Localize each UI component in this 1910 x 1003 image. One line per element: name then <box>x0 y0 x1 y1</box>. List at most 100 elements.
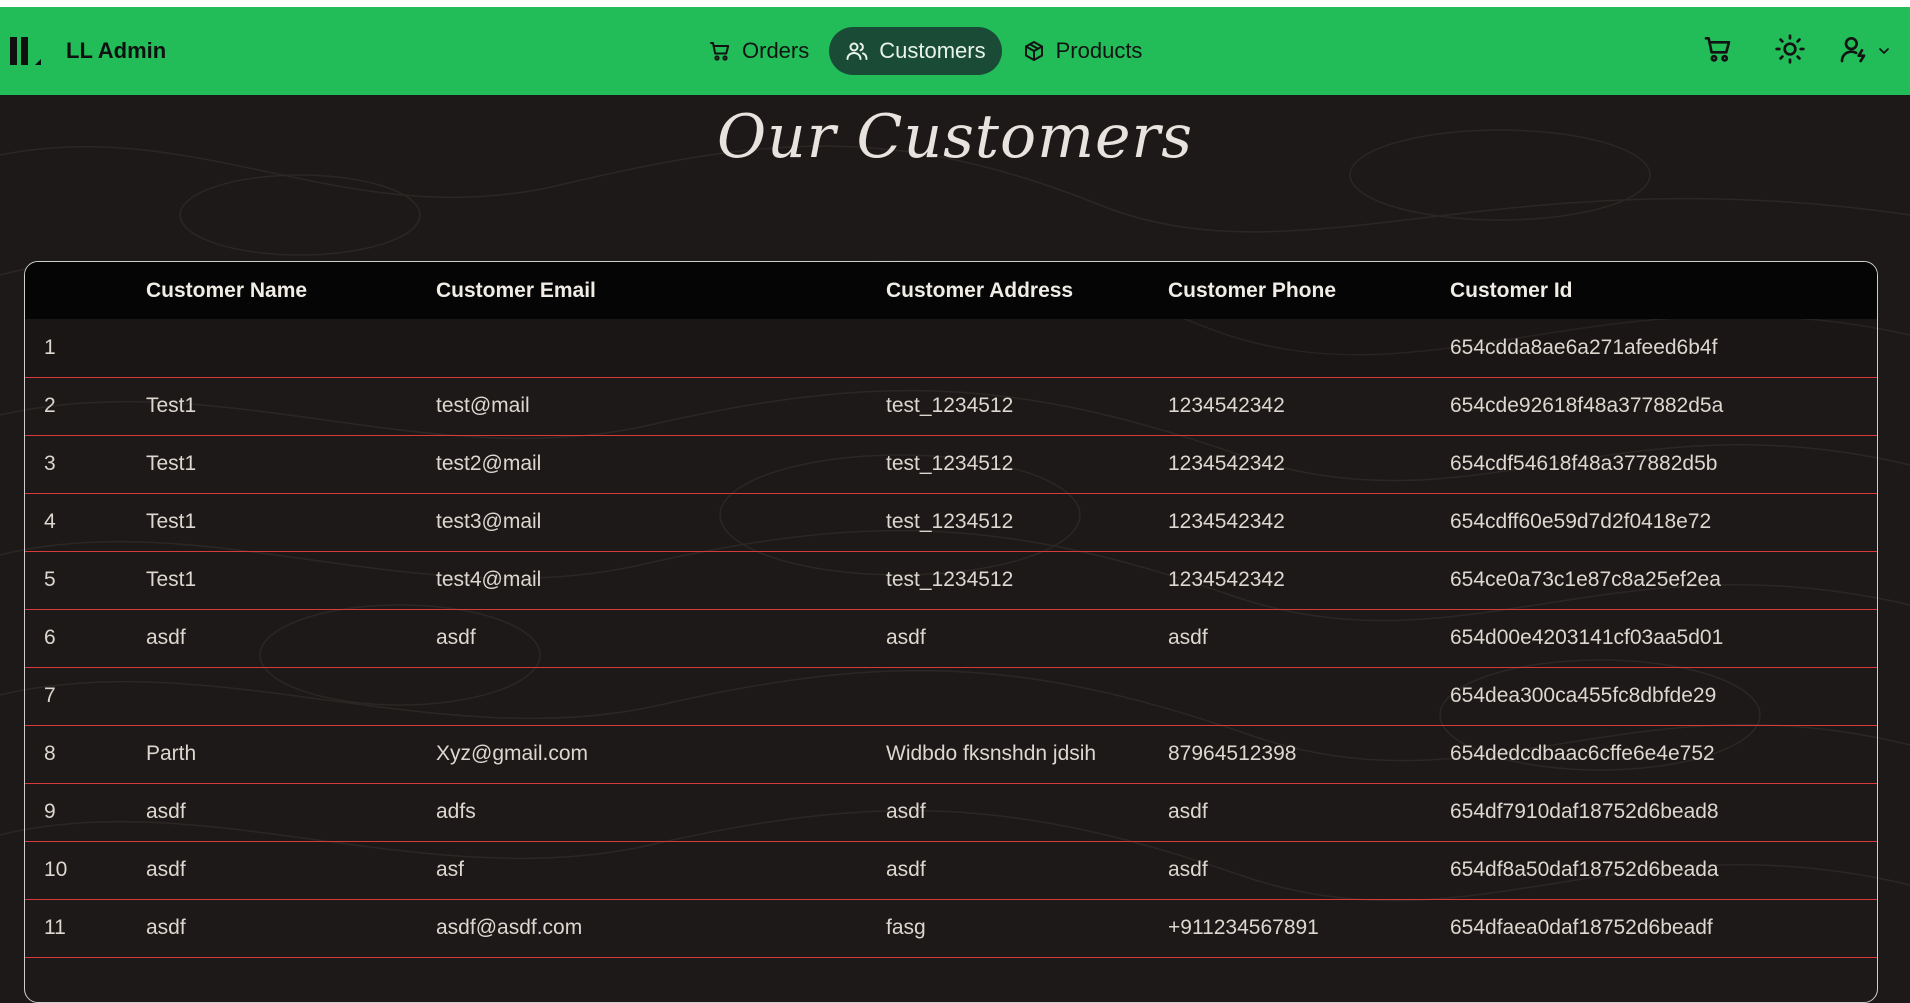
cell-id: 654df8a50daf18752d6beada <box>1450 858 1719 881</box>
cell-index: 11 <box>44 916 66 939</box>
cell-email: asdf <box>436 626 476 649</box>
cell-index: 2 <box>44 394 56 417</box>
cell-id: 654cde92618f48a377882d5a <box>1450 394 1724 417</box>
cell-id: 654cdda8ae6a271afeed6b4f <box>1450 335 1718 359</box>
cell-id: 654dea300ca455fc8dbfde29 <box>1450 684 1717 707</box>
nav-products[interactable]: Products <box>1006 27 1159 75</box>
cell-index: 1 <box>44 335 56 359</box>
cell-index: 8 <box>44 742 56 765</box>
cell-phone: 87964512398 <box>1168 742 1297 765</box>
cell-index: 6 <box>44 626 56 649</box>
cell-email: test@mail <box>436 394 530 417</box>
cell-email: asdf@asdf.com <box>436 916 583 939</box>
cell-address: test_1234512 <box>886 510 1014 533</box>
cell-email: asf <box>436 858 465 881</box>
nav-customers-label: Customers <box>879 38 986 63</box>
user-icon <box>1838 33 1870 70</box>
table-row[interactable]: 7 654dea300ca455fc8dbfde29 <box>25 667 1877 725</box>
cell-address <box>886 667 1168 725</box>
table-row[interactable]: 10 asdf asf asdf asdf 654df8a50daf18752d6bead… <box>25 841 1877 899</box>
cell-name: Test1 <box>146 394 197 417</box>
cell-name: asdf <box>146 626 186 649</box>
brand-name: LL Admin <box>66 38 167 63</box>
cell-name: asdf <box>146 916 186 939</box>
column-header-id[interactable]: Customer Id <box>1450 262 1877 319</box>
table-row[interactable]: 1 654cdda8ae6a271afeed6b4f <box>25 319 1877 377</box>
cell-email <box>436 319 886 377</box>
cell-name: Test1 <box>146 452 197 475</box>
cell-address: test_1234512 <box>886 394 1014 417</box>
cell-address: fasg <box>886 916 926 939</box>
table-row[interactable]: 8 Parth Xyz@gmail.com Widbdo fksnshdn jdsih… <box>25 725 1877 783</box>
cell-phone <box>1168 667 1450 725</box>
cell-name: Test1 <box>146 510 197 533</box>
cell-phone: 1234542342 <box>1168 568 1285 591</box>
cell-index: 5 <box>44 568 56 591</box>
cart-icon <box>708 39 732 63</box>
cart-button[interactable] <box>1694 27 1742 75</box>
nav-customers[interactable]: Customers <box>829 27 1002 75</box>
cell-id: 654cdff60e59d7d2f0418e72 <box>1450 510 1712 533</box>
cell-email: test2@mail <box>436 452 542 475</box>
cell-index: 3 <box>44 452 56 475</box>
nav-orders-label: Orders <box>742 38 810 63</box>
user-menu-button[interactable] <box>1838 33 1892 70</box>
cell-name: asdf <box>146 800 186 823</box>
table-row[interactable]: 9 asdf adfs asdf asdf 654df7910daf18752d6bead… <box>25 783 1877 841</box>
cell-name: asdf <box>146 858 186 881</box>
top-navbar: LL Admin Orders Customers Products <box>0 7 1910 95</box>
table-body: 1 654cdda8ae6a271afeed6b4f 2 Test1 test@mail… <box>25 319 1877 957</box>
cell-email: adfs <box>436 800 476 823</box>
table-row[interactable]: 3 Test1 test2@mail test_1234512 1234542342 65… <box>25 435 1877 493</box>
main-nav: Orders Customers Products <box>692 27 1158 75</box>
page-title: Our Customers <box>716 102 1194 172</box>
cell-address: asdf <box>886 858 926 881</box>
cell-index: 7 <box>44 684 56 707</box>
cell-phone: 1234542342 <box>1168 510 1285 533</box>
cell-email <box>436 667 886 725</box>
nav-orders[interactable]: Orders <box>692 27 825 75</box>
browser-top-strip <box>0 0 1910 7</box>
nav-products-label: Products <box>1055 38 1143 63</box>
column-header-index <box>25 262 146 319</box>
sun-icon <box>1774 33 1806 70</box>
column-header-email[interactable]: Customer Email <box>436 262 886 319</box>
theme-toggle-button[interactable] <box>1766 27 1814 75</box>
cell-email: test3@mail <box>436 510 542 533</box>
cell-phone: asdf <box>1168 858 1208 881</box>
users-icon <box>845 39 869 63</box>
cell-id: 654dfaea0daf18752d6beadf <box>1450 916 1713 939</box>
table-row[interactable]: 6 asdf asdf asdf asdf 654d00e4203141cf03aa5d0… <box>25 609 1877 667</box>
cell-phone: asdf <box>1168 800 1208 823</box>
cell-phone: 1234542342 <box>1168 394 1285 417</box>
cell-index: 10 <box>44 858 68 881</box>
cell-address: asdf <box>886 800 926 823</box>
navbar-actions <box>1670 7 1892 95</box>
cell-index: 4 <box>44 510 56 533</box>
brand[interactable]: LL Admin <box>8 7 166 95</box>
logo-icon <box>8 31 48 71</box>
table-row[interactable]: 2 Test1 test@mail test_1234512 1234542342 654… <box>25 377 1877 435</box>
table-row[interactable]: 4 Test1 test3@mail test_1234512 1234542342 65… <box>25 493 1877 551</box>
column-header-name[interactable]: Customer Name <box>146 262 436 319</box>
table-row[interactable]: 5 Test1 test4@mail test_1234512 1234542342 65… <box>25 551 1877 609</box>
cell-index: 9 <box>44 800 56 823</box>
table-row[interactable]: 11 asdf asdf@asdf.com fasg +911234567891 654d… <box>25 899 1877 957</box>
package-icon <box>1022 39 1046 63</box>
chevron-down-icon <box>1876 43 1892 59</box>
cart-icon <box>1702 33 1734 70</box>
column-header-phone[interactable]: Customer Phone <box>1168 262 1450 319</box>
cell-id: 654ce0a73c1e87c8a25ef2ea <box>1450 568 1721 591</box>
column-header-address[interactable]: Customer Address <box>886 262 1168 319</box>
cell-phone: asdf <box>1168 626 1208 649</box>
cell-address: Widbdo fksnshdn jdsih <box>886 742 1097 765</box>
cell-name: Parth <box>146 742 197 765</box>
cell-id: 654d00e4203141cf03aa5d01 <box>1450 626 1724 649</box>
cell-name: Test1 <box>146 568 197 591</box>
cell-address: asdf <box>886 626 926 649</box>
cell-id: 654dedcdbaac6cffe6e4e752 <box>1450 742 1715 765</box>
cell-email: Xyz@gmail.com <box>436 742 589 765</box>
table-header-row: Customer Name Customer Email Customer Ad… <box>25 262 1877 319</box>
cell-phone <box>1168 319 1450 377</box>
cell-phone: +911234567891 <box>1168 916 1319 939</box>
